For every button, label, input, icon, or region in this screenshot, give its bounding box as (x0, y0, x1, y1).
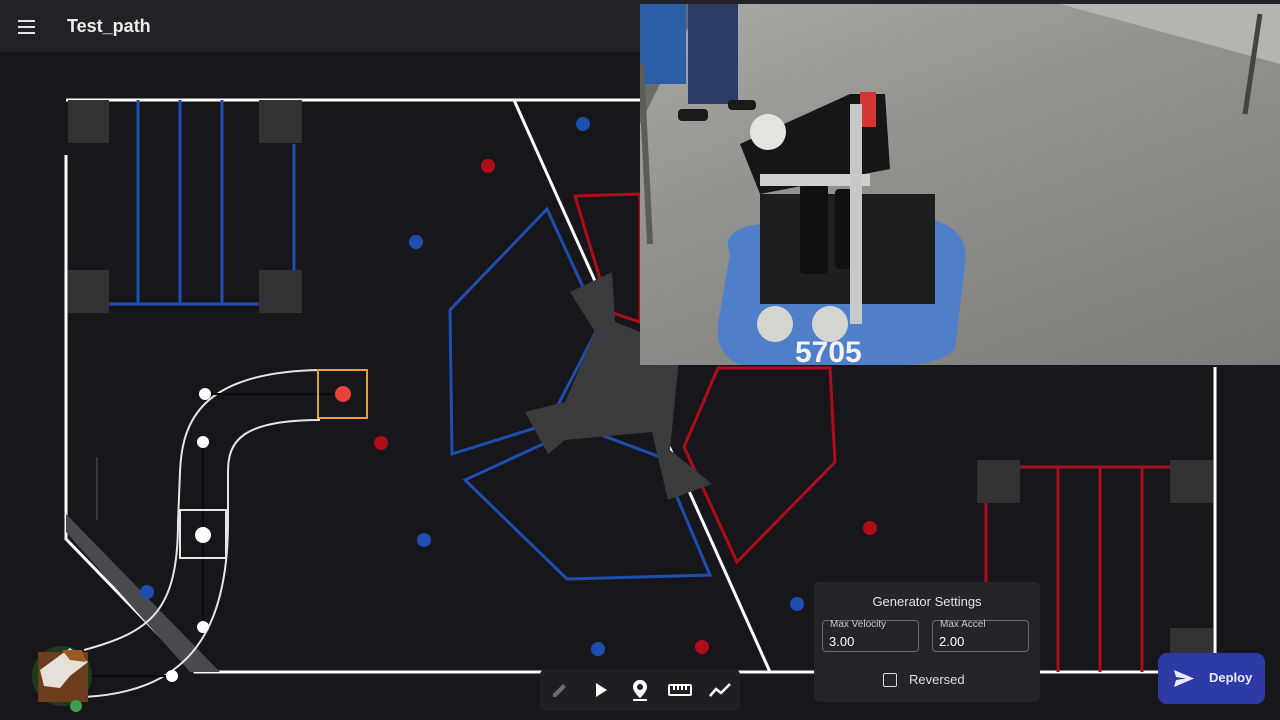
path-control-lines (80, 393, 343, 677)
generator-settings-title: Generator Settings (872, 594, 982, 609)
reversed-checkbox[interactable]: Reversed (883, 672, 965, 687)
field-element (68, 100, 109, 143)
selected-waypoint (335, 386, 351, 402)
generator-settings-panel: Generator Settings Max Velocity Max Acce… (814, 582, 1040, 702)
path-title: Test_path (67, 16, 151, 36)
field-element (259, 270, 302, 313)
max-accel-input[interactable] (939, 634, 1021, 649)
send-icon (1174, 670, 1194, 687)
waypoint (195, 527, 211, 543)
ruler-icon[interactable] (660, 669, 700, 711)
pencil-icon[interactable] (540, 669, 580, 711)
team-logo (32, 646, 92, 712)
menu-icon[interactable] (12, 12, 42, 42)
blue-barrier (462, 425, 713, 581)
control-point (197, 436, 209, 448)
max-accel-field[interactable]: Max Accel (932, 619, 1029, 652)
field-element (68, 270, 109, 313)
location-pin-icon[interactable] (620, 669, 660, 711)
control-point (166, 670, 178, 682)
max-velocity-field[interactable]: Max Velocity (822, 619, 919, 652)
deploy-button[interactable]: Deploy (1158, 653, 1265, 704)
field-element (1170, 460, 1213, 503)
control-point (197, 621, 209, 633)
deploy-label: Deploy (1209, 670, 1253, 685)
field-element (977, 460, 1020, 503)
max-accel-label: Max Accel (940, 619, 986, 630)
line-chart-icon[interactable] (700, 669, 740, 711)
bottom-toolbar (540, 669, 740, 711)
camera-feed: 5705 (640, 4, 1280, 365)
max-velocity-label: Max Velocity (830, 619, 887, 630)
checkbox-icon[interactable] (883, 672, 897, 687)
max-velocity-input[interactable] (829, 634, 911, 649)
field-element (259, 100, 302, 143)
control-point (199, 388, 211, 400)
robot-number: 5705 (795, 336, 862, 365)
reversed-label: Reversed (909, 672, 965, 687)
play-icon[interactable] (580, 669, 620, 711)
